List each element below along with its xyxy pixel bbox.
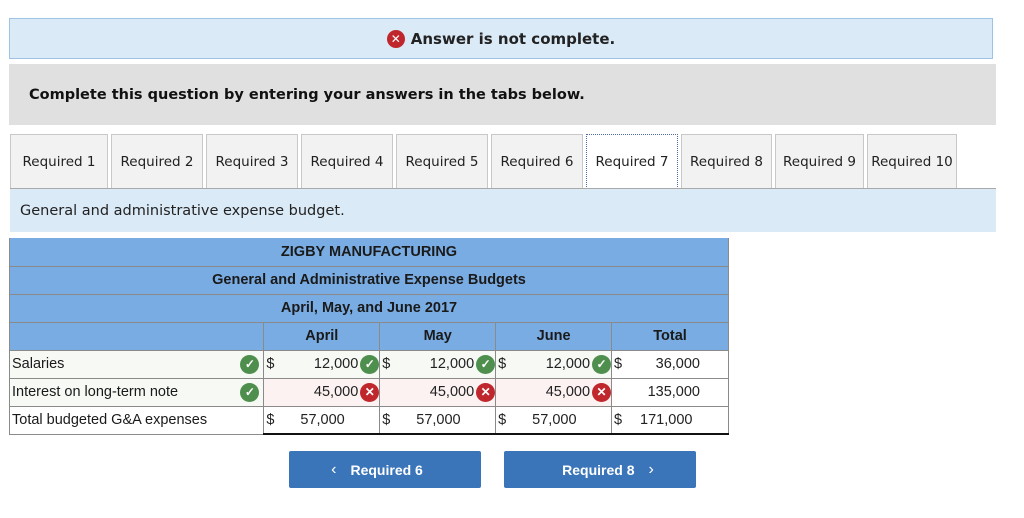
salaries-june-input[interactable]: 12,000: [510, 356, 592, 372]
ga-expense-budget-table: ZIGBY MANUFACTURING General and Administ…: [8, 238, 729, 435]
tab-required-10[interactable]: Required 10: [867, 134, 957, 189]
tab-required-4[interactable]: Required 4: [301, 134, 393, 189]
total-april-cell: $ 57,000: [263, 405, 381, 435]
instruction-text: Complete this question by entering your …: [29, 86, 585, 103]
total-june-value: 57,000: [532, 411, 577, 428]
currency-symbol: $: [266, 356, 275, 372]
interest-june-input[interactable]: 45,000: [510, 384, 592, 400]
tab-required-2[interactable]: Required 2: [111, 134, 203, 189]
grand-total-value: 171,000: [640, 411, 693, 428]
currency-symbol: $: [266, 411, 275, 428]
table-row-salaries: Salaries ✓ $ 12,000 ✓ $ 12,000 ✓ $ 12,00…: [8, 349, 729, 379]
answer-status-banner: ✕ Answer is not complete.: [9, 18, 993, 59]
check-icon: ✓: [240, 382, 260, 402]
tab-required-3[interactable]: Required 3: [206, 134, 298, 189]
tab-required-7[interactable]: Required 7: [586, 134, 678, 189]
salaries-april-input[interactable]: 12,000: [278, 356, 360, 372]
column-header-total: Total: [611, 321, 729, 351]
interest-june-cell[interactable]: 45,000 ✕: [495, 377, 613, 407]
currency-symbol: $: [382, 411, 391, 428]
total-may-value: 57,000: [416, 411, 461, 428]
company-header-row: ZIGBY MANUFACTURING: [9, 238, 729, 267]
interest-total-cell: 135,000: [611, 377, 729, 407]
title-header-row: General and Administrative Expense Budge…: [9, 265, 729, 295]
currency-symbol: $: [498, 411, 507, 428]
budget-title: General and Administrative Expense Budge…: [9, 265, 729, 295]
x-circle-icon: ✕: [476, 382, 496, 402]
interest-april-cell[interactable]: 45,000 ✕: [263, 377, 381, 407]
column-header-june: June: [495, 321, 613, 351]
description-text: General and administrative expense budge…: [20, 202, 345, 219]
currency-symbol: $: [382, 356, 391, 372]
tab-required-6[interactable]: Required 6: [491, 134, 583, 189]
tab-bar: Required 1 Required 2 Required 3 Require…: [10, 134, 960, 189]
table-row-interest: Interest on long-term note ✓ 45,000 ✕ 45…: [8, 377, 729, 407]
interest-may-input[interactable]: 45,000: [394, 384, 476, 400]
check-icon: ✓: [476, 354, 496, 374]
salaries-june-cell[interactable]: $ 12,000 ✓: [495, 349, 613, 379]
budget-period: April, May, and June 2017: [9, 293, 729, 323]
row-label-cell[interactable]: Interest on long-term note ✓: [8, 377, 265, 407]
column-header-april: April: [263, 321, 381, 351]
interest-total-value: 135,000: [647, 384, 700, 400]
table-row-total: Total budgeted G&A expenses $ 57,000 $ 5…: [8, 405, 729, 435]
next-button-label: Required 8: [562, 461, 635, 478]
tab-required-1[interactable]: Required 1: [10, 134, 108, 189]
check-icon: ✓: [360, 354, 380, 374]
period-header-row: April, May, and June 2017: [9, 293, 729, 323]
total-may-cell: $ 57,000: [379, 405, 497, 435]
salaries-may-cell[interactable]: $ 12,000 ✓: [379, 349, 497, 379]
total-april-value: 57,000: [300, 411, 345, 428]
column-header-row: April May June Total: [8, 321, 729, 351]
x-circle-icon: ✕: [592, 382, 612, 402]
salaries-april-cell[interactable]: $ 12,000 ✓: [263, 349, 381, 379]
interest-april-input[interactable]: 45,000: [278, 384, 360, 400]
company-name: ZIGBY MANUFACTURING: [9, 238, 729, 267]
total-june-cell: $ 57,000: [495, 405, 613, 435]
row-label: Total budgeted G&A expenses: [12, 412, 208, 428]
tab-required-9[interactable]: Required 9: [775, 134, 864, 189]
salaries-total-cell: $ 36,000: [611, 349, 729, 379]
row-label-cell[interactable]: Salaries ✓: [8, 349, 265, 379]
instruction-bar: Complete this question by entering your …: [9, 64, 996, 125]
status-message: Answer is not complete.: [410, 29, 616, 48]
check-icon: ✓: [592, 354, 612, 374]
question-description: General and administrative expense budge…: [10, 189, 996, 232]
salaries-total-value: 36,000: [655, 356, 700, 372]
currency-symbol: $: [614, 356, 623, 372]
salaries-may-input[interactable]: 12,000: [394, 356, 476, 372]
x-circle-icon: ✕: [386, 29, 405, 48]
prev-required-button[interactable]: ‹ Required 6: [289, 451, 481, 488]
row-label: Salaries: [12, 356, 65, 372]
interest-may-cell[interactable]: 45,000 ✕: [379, 377, 497, 407]
x-circle-icon: ✕: [360, 382, 380, 402]
blank-header: [8, 321, 265, 351]
next-required-button[interactable]: Required 8 ›: [504, 451, 696, 488]
row-label: Interest on long-term note: [12, 384, 179, 400]
check-icon: ✓: [240, 354, 260, 374]
total-total-cell: $ 171,000: [611, 405, 729, 435]
chevron-right-icon: ›: [648, 460, 654, 478]
currency-symbol: $: [498, 356, 507, 372]
chevron-left-icon: ‹: [331, 460, 337, 478]
row-label-cell: Total budgeted G&A expenses: [8, 405, 265, 435]
tab-required-8[interactable]: Required 8: [681, 134, 772, 189]
currency-symbol: $: [614, 411, 623, 428]
tab-required-5[interactable]: Required 5: [396, 134, 488, 189]
prev-button-label: Required 6: [350, 461, 423, 478]
column-header-may: May: [379, 321, 497, 351]
